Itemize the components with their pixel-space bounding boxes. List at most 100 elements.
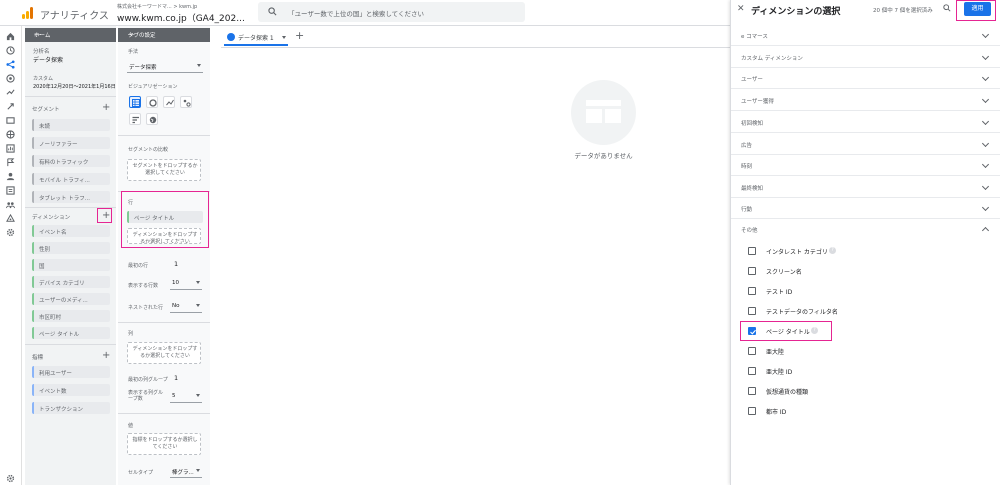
demographics-icon[interactable] [6,144,15,153]
advertising-icon[interactable] [6,74,15,83]
cell-type-select[interactable]: 棒グラ... [170,464,202,478]
category-behavior[interactable]: 行動 [731,198,1000,219]
minimize-icon[interactable]: — [34,30,110,38]
option-test-data-filter[interactable]: テストデータのフィルタ名 [731,301,1000,321]
date-range-picker[interactable]: 2020年12月20日～2021年1月16日 [33,83,116,90]
checkbox[interactable] [748,387,756,395]
retention-icon[interactable] [6,130,15,139]
dimension-chip[interactable]: 国 [32,259,110,271]
debug-icon[interactable] [6,214,15,223]
category-user-acquisition[interactable]: ユーザー獲得 [731,90,1000,111]
option-subcontinent-id[interactable]: 亜大陸 ID [731,361,1000,381]
segment-chip[interactable]: 有料のトラフィック [32,155,110,167]
exploration-canvas: データ探索 1 + データがありません [221,26,730,485]
metric-chip[interactable]: 利用ユーザー [32,366,110,378]
highlight-box [121,191,209,248]
geo-viz-button[interactable] [146,113,158,125]
dimension-chip[interactable]: イベント名 [32,225,110,237]
category-first-seen[interactable]: 初回検知 [731,112,1000,133]
account-breadcrumb[interactable]: 株式会社キーワードマ... > kwm.jp [117,3,197,10]
add-tab-button[interactable]: + [295,30,304,41]
search-placeholder: 「ユーザー数で上位の国」と検索してください [288,10,424,18]
option-screen-name[interactable]: スクリーン名 [731,261,1000,281]
show-rows-select[interactable]: 10 [170,276,202,290]
tab-label: データ探索 1 [238,35,274,42]
divider [118,322,210,323]
close-icon[interactable]: ✕ [737,4,745,14]
show-cols-select[interactable]: 5 [170,389,202,403]
home-icon[interactable] [6,32,15,41]
line-viz-button[interactable] [163,96,175,108]
technique-select[interactable]: データ探索 [127,59,203,73]
reports-icon[interactable] [6,46,15,55]
dimension-chip[interactable]: 性別 [32,242,110,254]
checkbox[interactable] [748,307,756,315]
engagement-icon[interactable] [6,102,15,111]
dimension-chip[interactable]: 市区町村 [32,310,110,322]
checkbox[interactable] [748,287,756,295]
checkbox[interactable] [748,367,756,375]
segment-chip[interactable]: ノーリファラー [32,137,110,149]
explore-icon[interactable] [6,60,15,69]
scatter-viz-button[interactable] [180,96,192,108]
checkbox[interactable] [748,407,756,415]
checkbox[interactable] [748,347,756,355]
option-interest-category[interactable]: インタレスト カテゴリ ? [731,241,1000,261]
metric-chip[interactable]: トランザクション [32,402,110,414]
dimension-chip[interactable]: ページ タイトル [32,327,110,339]
values-drop-zone[interactable]: 指標をドロップするか選択してください [127,433,201,455]
help-icon[interactable]: ? [829,247,836,254]
option-subcontinent[interactable]: 亜大陸 [731,341,1000,361]
tab-exploration-1[interactable]: データ探索 1 [224,28,288,46]
analysis-name-input[interactable]: データ探索 [33,55,63,64]
table-viz-button[interactable] [129,96,141,108]
segment-chip[interactable]: 未読 [32,119,110,131]
option-city-id[interactable]: 都市 ID [731,401,1000,421]
add-metric-button[interactable]: + [102,351,110,361]
dimension-chip[interactable]: デバイス カテゴリ [32,276,110,288]
library-icon[interactable] [6,200,15,209]
segment-chip[interactable]: タブレット トラフ... [32,191,110,203]
acquisition-icon[interactable] [6,88,15,97]
picker-title: ディメンションの選択 [751,7,841,17]
minimize-icon[interactable]: — [128,30,204,38]
technique-label: 手法 [128,49,139,55]
search-input[interactable]: 「ユーザー数で上位の国」と検索してください [258,2,525,22]
gear-icon[interactable] [6,228,15,237]
add-segment-button[interactable]: + [102,103,110,113]
option-test-id[interactable]: テスト ID [731,281,1000,301]
search-icon[interactable] [943,4,951,14]
property-selector[interactable]: www.kwm.co.jp（GA4_202... [117,11,245,24]
category-user[interactable]: ユーザー [731,68,1000,89]
category-last-seen[interactable]: 最終検知 [731,177,1000,198]
tab-bar: データ探索 1 + [221,26,730,48]
settings-icon[interactable] [6,474,15,485]
checkbox[interactable] [748,267,756,275]
analytics-logo-icon[interactable] [22,7,34,19]
category-other[interactable]: その他 [731,219,1000,240]
empty-state-illustration [571,80,636,145]
monetization-icon[interactable] [6,116,15,125]
user-icon[interactable] [6,172,15,181]
checkbox[interactable] [748,247,756,255]
cell-type-label: セルタイプ [128,470,154,476]
nested-rows-select[interactable]: No [170,299,202,313]
segment-chip[interactable]: モバイル トラフィ... [32,173,110,185]
chevron-down-icon [981,182,990,191]
option-virtual-currency[interactable]: 仮想通貨の種類 [731,381,1000,401]
configure-icon[interactable] [6,186,15,195]
start-row-input[interactable]: 1 [174,260,178,268]
category-time[interactable]: 時刻 [731,155,1000,176]
column-drop-zone[interactable]: ディメンションをドロップするか選択してください [127,342,201,364]
dimension-chip[interactable]: ユーザーのメディ... [32,293,110,305]
category-ads[interactable]: 広告 [731,134,1000,155]
category-ecommerce[interactable]: e コマース [731,25,1000,46]
segment-drop-zone[interactable]: セグメントをドロップするか選択してください [127,159,201,181]
chevron-down-icon[interactable] [282,36,286,39]
donut-viz-button[interactable] [146,96,158,108]
metric-chip[interactable]: イベント数 [32,384,110,396]
category-custom-dimensions[interactable]: カスタム ディメンション [731,47,1000,68]
tech-icon[interactable] [6,158,15,167]
bar-viz-button[interactable] [129,113,141,125]
start-col-input[interactable]: 1 [174,374,178,382]
